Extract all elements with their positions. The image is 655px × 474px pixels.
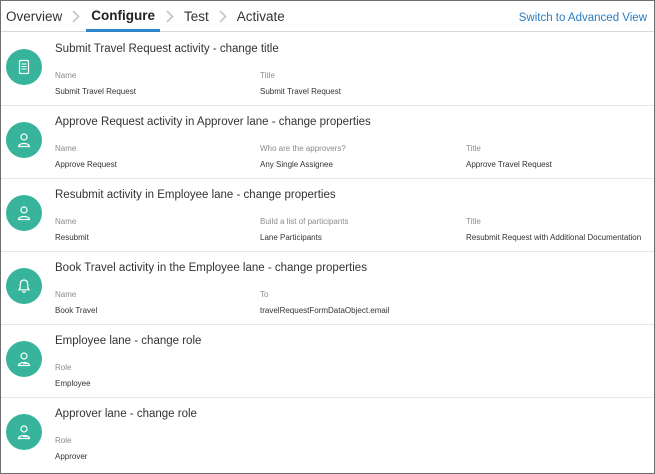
field-value: Approve Travel Request <box>466 160 552 169</box>
change-list: Submit Travel Request activity - change … <box>1 33 654 471</box>
field-title: Title Submit Travel Request <box>260 71 341 97</box>
chevron-right-icon <box>160 1 180 32</box>
field-value: Any Single Assignee <box>260 160 333 169</box>
field-value: Employee <box>55 379 91 388</box>
change-item[interactable]: Resubmit activity in Employee lane - cha… <box>1 179 654 252</box>
change-title: Approver lane - change role <box>55 408 197 420</box>
field-value: Approve Request <box>55 160 117 169</box>
field-label: Name <box>55 217 77 226</box>
wizard-header: Overview Configure Test Activate Switch … <box>1 1 654 32</box>
field-label: Role <box>55 363 72 372</box>
field-approvers: Who are the approvers? Any Single Assign… <box>260 144 346 170</box>
change-item[interactable]: Submit Travel Request activity - change … <box>1 33 654 106</box>
change-title: Book Travel activity in the Employee lan… <box>55 262 367 274</box>
chevron-right-icon <box>66 1 86 32</box>
person-icon <box>6 122 42 158</box>
change-item[interactable]: Book Travel activity in the Employee lan… <box>1 252 654 325</box>
field-participants: Build a list of participants Lane Partic… <box>260 217 349 243</box>
role-person-icon <box>6 341 42 377</box>
field-label: Who are the approvers? <box>260 144 346 153</box>
change-title: Submit Travel Request activity - change … <box>55 43 279 55</box>
field-label: Name <box>55 144 77 153</box>
person-icon <box>6 195 42 231</box>
tab-activate[interactable]: Activate <box>233 1 289 32</box>
tab-overview[interactable]: Overview <box>1 1 66 32</box>
change-title: Approve Request activity in Approver lan… <box>55 116 371 128</box>
configure-page: Overview Configure Test Activate Switch … <box>0 0 655 474</box>
field-title: Title Resubmit Request with Additional D… <box>466 217 641 243</box>
tab-test[interactable]: Test <box>180 1 213 32</box>
role-person-icon <box>6 414 42 450</box>
field-value: Resubmit Request with Additional Documen… <box>466 233 642 242</box>
field-title: Title Approve Travel Request <box>466 144 552 170</box>
change-title: Resubmit activity in Employee lane - cha… <box>55 189 336 201</box>
field-name: Name Submit Travel Request <box>55 71 136 97</box>
change-item[interactable]: Employee lane - change role Role Employe… <box>1 325 654 398</box>
field-label: Title <box>466 217 481 226</box>
field-value: Lane Participants <box>260 233 322 242</box>
field-to: To travelRequestFormDataObject.email <box>260 290 389 316</box>
field-name: Name Book Travel <box>55 290 97 316</box>
switch-to-advanced-view-link[interactable]: Switch to Advanced View <box>519 12 647 24</box>
field-role: Role Approver <box>55 436 87 462</box>
field-label: Title <box>466 144 481 153</box>
chevron-right-icon <box>213 1 233 32</box>
tab-configure[interactable]: Configure <box>86 1 161 32</box>
field-label: Build a list of participants <box>260 217 349 226</box>
field-label: Name <box>55 71 77 80</box>
field-label: Title <box>260 71 275 80</box>
field-value: travelRequestFormDataObject.email <box>260 306 390 315</box>
wizard-tabs: Overview Configure Test Activate <box>1 1 289 32</box>
field-value: Book Travel <box>55 306 98 315</box>
field-name: Name Approve Request <box>55 144 117 170</box>
field-label: Role <box>55 436 72 445</box>
field-value: Submit Travel Request <box>260 87 341 96</box>
form-icon <box>6 49 42 85</box>
field-label: Name <box>55 290 77 299</box>
bell-icon <box>6 268 42 304</box>
change-title: Employee lane - change role <box>55 335 202 347</box>
field-name: Name Resubmit <box>55 217 89 243</box>
field-value: Resubmit <box>55 233 89 242</box>
change-item[interactable]: Approver lane - change role Role Approve… <box>1 398 654 471</box>
field-value: Submit Travel Request <box>55 87 136 96</box>
field-value: Approver <box>55 452 88 461</box>
change-item[interactable]: Approve Request activity in Approver lan… <box>1 106 654 179</box>
field-role: Role Employee <box>55 363 91 389</box>
field-label: To <box>260 290 269 299</box>
